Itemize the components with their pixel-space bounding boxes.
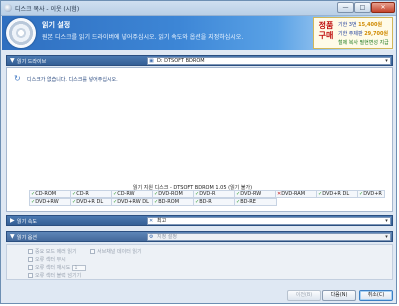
expand-arrow-icon[interactable]: ▶ [10, 218, 16, 224]
settings-icon: ⚙ [149, 234, 154, 240]
read-options-select[interactable]: ⚙ 지정 설정 ▾ [147, 233, 391, 241]
format-dvd-r: ✓DVD-R [193, 190, 236, 198]
read-drive-value: D: DTSOFT BDROM [157, 58, 205, 64]
option-5[interactable]: 오류 섹터 블럭 넘기기 [28, 272, 81, 279]
license-line-2-label: 기한 주제판 [338, 31, 363, 37]
checkbox[interactable] [90, 249, 95, 254]
option-3[interactable]: 오류 섹터 무시 [28, 256, 66, 263]
format-dvd-plus-rw: ✓DVD+RW [29, 198, 72, 206]
checkbox[interactable] [28, 249, 33, 254]
read-speed-select[interactable]: ✕ 최고 ▾ [147, 217, 391, 225]
read-options-value: 지정 설정 [157, 234, 177, 240]
format-bd-r: ✓BD-R [193, 198, 236, 206]
checkbox[interactable] [28, 265, 33, 270]
title-bar[interactable]: 디스크 복사 - 이웃 (시험) — □ ✕ [1, 1, 396, 16]
format-dvd-plus-r-dl: ✓DVD+R DL [70, 198, 113, 206]
license-line-3: 철제 복사 필현변성 지급 [338, 40, 389, 46]
format-label: BD-ROM [158, 199, 180, 205]
format-label: DVD+R DL [76, 199, 104, 205]
option-2-label: 서브채널 데이터 읽기 [97, 249, 142, 255]
close-button[interactable]: ✕ [371, 2, 395, 13]
format-dvd-rom: ✓DVD-ROM [152, 190, 195, 198]
read-drive-section-header[interactable]: ▼ 읽기 드라이브 ▣ D: DTSOFT BDROM ▾ [6, 55, 393, 66]
option-1-label: 중요 모드 에러 읽기 [35, 249, 77, 255]
format-dvd-r-dl: ✓DVD+R DL [316, 190, 359, 198]
format-label: DVD+RW DL [117, 199, 149, 205]
format-label: DVD-RW [240, 191, 262, 197]
format-label: BD-RE [240, 199, 256, 205]
format-label: DVD-R [199, 191, 216, 197]
collapse-arrow-icon[interactable]: ▼ [10, 234, 16, 240]
option-4-label: 오류 섹터 재시도 [35, 265, 71, 271]
format-dvd-rw: ✓DVD-RW [234, 190, 277, 198]
format-label: CD-R [76, 191, 89, 197]
license-line-2: 기한 주제판 29,700원 [338, 30, 388, 37]
format-label: DVD+R DL [322, 191, 350, 197]
format-label: CD-RW [117, 191, 135, 197]
prev-button[interactable]: 이전(B) [287, 290, 321, 301]
app-window: 디스크 복사 - 이웃 (시험) — □ ✕ 읽기 설정 원본 디스크를 읽기 … [0, 0, 397, 304]
supported-formats-grid: ✓CD-ROM ✓CD-R ✓CD-RW ✓DVD-ROM ✓DVD-R ✓DV… [29, 190, 385, 206]
license-badge: 정품 구매 [318, 21, 334, 40]
license-line-2-value: 29,700원 [364, 31, 389, 37]
read-options-label: 읽기 옵션 [17, 235, 37, 241]
maximize-button[interactable]: □ [354, 2, 371, 13]
format-bd-re: ✓BD-RE [234, 198, 277, 206]
insert-disc-icon: ↻ [14, 74, 21, 83]
license-line-1: 기한 3번 15,400원 [338, 21, 382, 28]
format-dvd-plus-rw-dl: ✓DVD+RW DL [111, 198, 154, 206]
format-bd-rom: ✓BD-ROM [152, 198, 195, 206]
retry-count-stepper[interactable]: 1 [72, 264, 87, 271]
option-2[interactable]: 서브채널 데이터 읽기 [90, 248, 142, 255]
disc-icon [6, 18, 36, 48]
format-dvd-plus-r: ✓DVD+R [357, 190, 385, 198]
chevron-down-icon[interactable]: ▾ [383, 218, 390, 224]
format-cd-rom: ✓CD-ROM [29, 190, 72, 198]
format-cd-r: ✓CD-R [70, 190, 113, 198]
format-label: BD-R [199, 199, 212, 205]
license-line-1-value: 15,400원 [358, 22, 383, 28]
option-4[interactable]: 오류 섹터 재시도 1 [28, 264, 87, 271]
no-disc-message: 디스크가 없습니다. 디스크를 넣어주십시오. [27, 77, 118, 83]
read-speed-section-header[interactable]: ▶ 읽기 속도 ✕ 최고 ▾ [6, 215, 393, 226]
minimize-button[interactable]: — [337, 2, 354, 13]
read-speed-value: 최고 [157, 218, 167, 224]
read-speed-label: 읽기 속도 [17, 219, 37, 225]
option-1[interactable]: 중요 모드 에러 읽기 [28, 248, 77, 255]
window-title: 디스크 복사 - 이웃 (시험) [15, 6, 80, 13]
read-options-section-header[interactable]: ▼ 읽기 옵션 ⚙ 지정 설정 ▾ [6, 231, 393, 242]
read-drive-label: 읽기 드라이브 [17, 59, 47, 65]
format-label: DVD-ROM [158, 191, 183, 197]
license-line-1-label: 기한 3번 [338, 22, 357, 28]
option-3-label: 오류 섹터 무시 [35, 257, 66, 263]
chevron-down-icon[interactable]: ▾ [383, 234, 390, 240]
format-label: CD-ROM [35, 191, 57, 197]
checkbox[interactable] [28, 257, 33, 262]
format-label: DVD-RAM [281, 191, 306, 197]
disc-app-icon [4, 4, 12, 12]
format-cd-rw: ✓CD-RW [111, 190, 154, 198]
header-title: 읽기 설정 [42, 21, 71, 29]
format-dvd-ram: ✕DVD-RAM [275, 190, 318, 198]
next-button[interactable]: 다음(N) [322, 290, 356, 301]
checkbox[interactable] [28, 273, 33, 278]
read-drive-select[interactable]: ▣ D: DTSOFT BDROM ▾ [147, 57, 391, 65]
header-banner: 읽기 설정 원본 디스크를 읽기 드라이버에 넣어주십시오. 읽기 속도와 옵션… [2, 16, 395, 50]
drive-icon: ▣ [149, 58, 154, 64]
format-label: DVD+RW [35, 199, 59, 205]
speed-icon: ✕ [149, 218, 154, 224]
collapse-arrow-icon[interactable]: ▼ [10, 58, 16, 64]
chevron-down-icon[interactable]: ▾ [383, 58, 390, 64]
license-box[interactable]: 정품 구매 기한 3번 15,400원 기한 주제판 29,700원 철제 복사… [313, 17, 393, 49]
cancel-button[interactable]: 취소(C) [359, 290, 393, 301]
option-5-label: 오류 섹터 블럭 넘기기 [35, 273, 82, 279]
format-label: DVD+R [363, 191, 382, 197]
read-options-panel: 중요 모드 에러 읽기 서브채널 데이터 읽기 오류 섹터 무시 오류 섹터 재… [6, 244, 393, 280]
header-description: 원본 디스크를 읽기 드라이버에 넣어주십시오. 읽기 속도와 옵션을 지정하십… [42, 34, 244, 41]
